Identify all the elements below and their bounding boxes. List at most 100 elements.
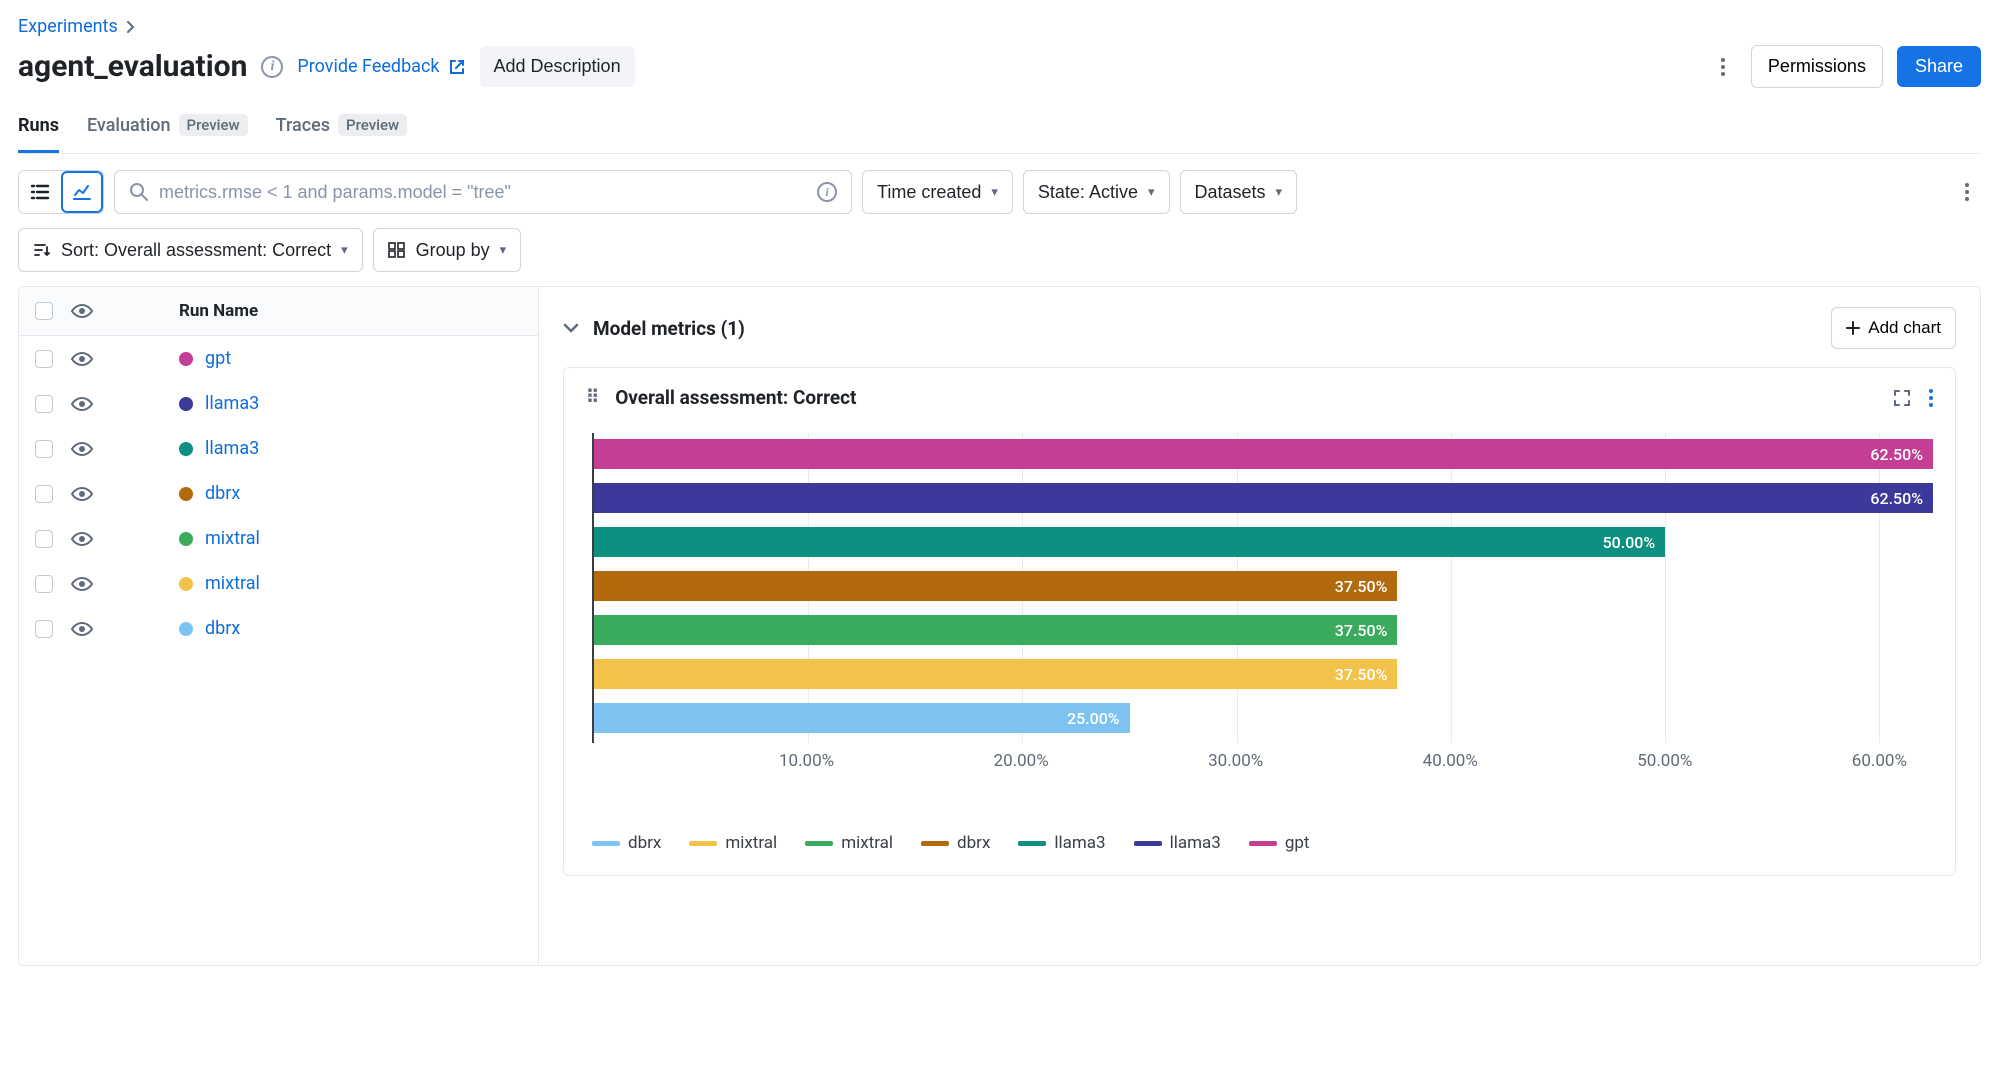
chevron-down-icon: ▾: [500, 242, 507, 258]
datasets-label: Datasets: [1195, 182, 1266, 203]
row-checkbox[interactable]: [35, 350, 53, 368]
visibility-toggle[interactable]: [71, 576, 93, 592]
search-field[interactable]: i: [114, 170, 852, 214]
visibility-toggle[interactable]: [71, 486, 93, 502]
sort-dropdown[interactable]: Sort: Overall assessment: Correct ▾: [18, 228, 363, 272]
header-overflow-menu[interactable]: [1709, 50, 1737, 84]
fullscreen-button[interactable]: [1893, 389, 1911, 407]
row-checkbox[interactable]: [35, 440, 53, 458]
chart-bar[interactable]: 25.00%: [594, 703, 1130, 733]
visibility-toggle[interactable]: [71, 531, 93, 547]
info-icon[interactable]: i: [817, 182, 837, 202]
table-row[interactable]: gpt: [19, 336, 538, 381]
chart-overflow-menu[interactable]: [1929, 389, 1933, 407]
visibility-toggle[interactable]: [71, 396, 93, 412]
legend-label: mixtral: [841, 833, 893, 853]
drag-handle-icon[interactable]: ⠿: [586, 387, 601, 408]
grid-icon: [388, 242, 406, 258]
add-chart-button[interactable]: Add chart: [1831, 307, 1956, 349]
table-row[interactable]: mixtral: [19, 516, 538, 561]
kebab-icon: [1929, 389, 1933, 407]
legend-item[interactable]: mixtral: [805, 833, 893, 853]
chevron-right-icon: [126, 20, 136, 34]
legend-item[interactable]: dbrx: [592, 833, 661, 853]
time-created-dropdown[interactable]: Time created ▾: [862, 170, 1013, 214]
breadcrumb-link-experiments[interactable]: Experiments: [18, 16, 118, 37]
run-name-link[interactable]: mixtral: [205, 528, 260, 549]
sort-label: Sort: Overall assessment: Correct: [61, 240, 331, 261]
toolbar-row-1: i Time created ▾ State: Active ▾ Dataset…: [18, 170, 1981, 214]
visibility-toggle[interactable]: [71, 351, 93, 367]
chart-bar[interactable]: 62.50%: [594, 439, 1933, 469]
chart-legend: dbrx mixtral mixtral dbrx llama3 llama3 gpt: [592, 833, 1933, 853]
chart-bar[interactable]: 37.50%: [594, 571, 1397, 601]
view-toggle: [18, 170, 104, 214]
time-created-label: Time created: [877, 182, 981, 203]
page-title: agent_evaluation: [18, 49, 247, 84]
permissions-button[interactable]: Permissions: [1751, 45, 1883, 88]
table-row[interactable]: dbrx: [19, 471, 538, 516]
run-name-link[interactable]: llama3: [205, 438, 259, 459]
chart-bar[interactable]: 62.50%: [594, 483, 1933, 513]
legend-item[interactable]: mixtral: [689, 833, 777, 853]
chart-header: ⠿ Overall assessment: Correct: [586, 386, 1933, 409]
table-row[interactable]: llama3: [19, 426, 538, 471]
tabs: Runs Evaluation Preview Traces Preview: [18, 106, 1981, 154]
toolbar-overflow-menu[interactable]: [1953, 175, 1981, 209]
run-name-link[interactable]: mixtral: [205, 573, 260, 594]
provide-feedback-link[interactable]: Provide Feedback: [297, 56, 465, 77]
row-checkbox[interactable]: [35, 620, 53, 638]
run-name-link[interactable]: dbrx: [205, 618, 240, 639]
visibility-toggle[interactable]: [71, 621, 93, 637]
legend-item[interactable]: dbrx: [921, 833, 990, 853]
chart-bar[interactable]: 37.50%: [594, 659, 1397, 689]
select-all-checkbox[interactable]: [35, 302, 53, 320]
chart-bar[interactable]: 50.00%: [594, 527, 1665, 557]
external-link-icon: [448, 58, 466, 76]
fullscreen-icon: [1893, 389, 1911, 407]
color-dot: [179, 532, 193, 546]
row-checkbox[interactable]: [35, 530, 53, 548]
legend-item[interactable]: gpt: [1249, 833, 1310, 853]
preview-badge: Preview: [338, 114, 407, 136]
chart-bar[interactable]: 37.50%: [594, 615, 1397, 645]
datasets-dropdown[interactable]: Datasets ▾: [1180, 170, 1298, 214]
tab-runs[interactable]: Runs: [18, 106, 59, 153]
run-name-link[interactable]: llama3: [205, 393, 259, 414]
state-dropdown[interactable]: State: Active ▾: [1023, 170, 1170, 214]
content-area: Run Name gpt llama3 llama3: [18, 286, 1981, 966]
legend-item[interactable]: llama3: [1134, 833, 1221, 853]
visibility-toggle[interactable]: [71, 441, 93, 457]
tab-evaluation[interactable]: Evaluation Preview: [87, 106, 248, 153]
legend-swatch: [689, 841, 717, 846]
legend-swatch: [1249, 841, 1277, 846]
tab-traces[interactable]: Traces Preview: [276, 106, 408, 153]
charts-panel: Model metrics (1) Add chart ⠿ Overall as…: [539, 287, 1980, 965]
groupby-label: Group by: [416, 240, 490, 261]
share-button[interactable]: Share: [1897, 46, 1981, 87]
row-checkbox[interactable]: [35, 575, 53, 593]
x-tick-label: 30.00%: [1208, 751, 1263, 771]
run-name-link[interactable]: dbrx: [205, 483, 240, 504]
run-name-link[interactable]: gpt: [205, 348, 231, 369]
chart-line-icon: [72, 183, 92, 201]
color-dot: [179, 487, 193, 501]
sort-icon: [33, 242, 51, 258]
chart-title: Overall assessment: Correct: [615, 386, 856, 409]
table-row[interactable]: mixtral: [19, 561, 538, 606]
row-checkbox[interactable]: [35, 485, 53, 503]
search-input[interactable]: [159, 182, 807, 203]
section-title: Model metrics (1): [593, 317, 745, 340]
legend-item[interactable]: llama3: [1018, 833, 1105, 853]
row-checkbox[interactable]: [35, 395, 53, 413]
legend-swatch: [1134, 841, 1162, 846]
list-view-button[interactable]: [19, 171, 61, 213]
add-description-button[interactable]: Add Description: [480, 46, 635, 87]
chevron-down-icon: ▾: [1148, 184, 1155, 200]
chart-view-button[interactable]: [61, 171, 103, 213]
collapse-toggle[interactable]: [563, 322, 579, 334]
info-icon[interactable]: i: [261, 56, 283, 78]
table-row[interactable]: dbrx: [19, 606, 538, 651]
table-row[interactable]: llama3: [19, 381, 538, 426]
groupby-dropdown[interactable]: Group by ▾: [373, 228, 522, 272]
